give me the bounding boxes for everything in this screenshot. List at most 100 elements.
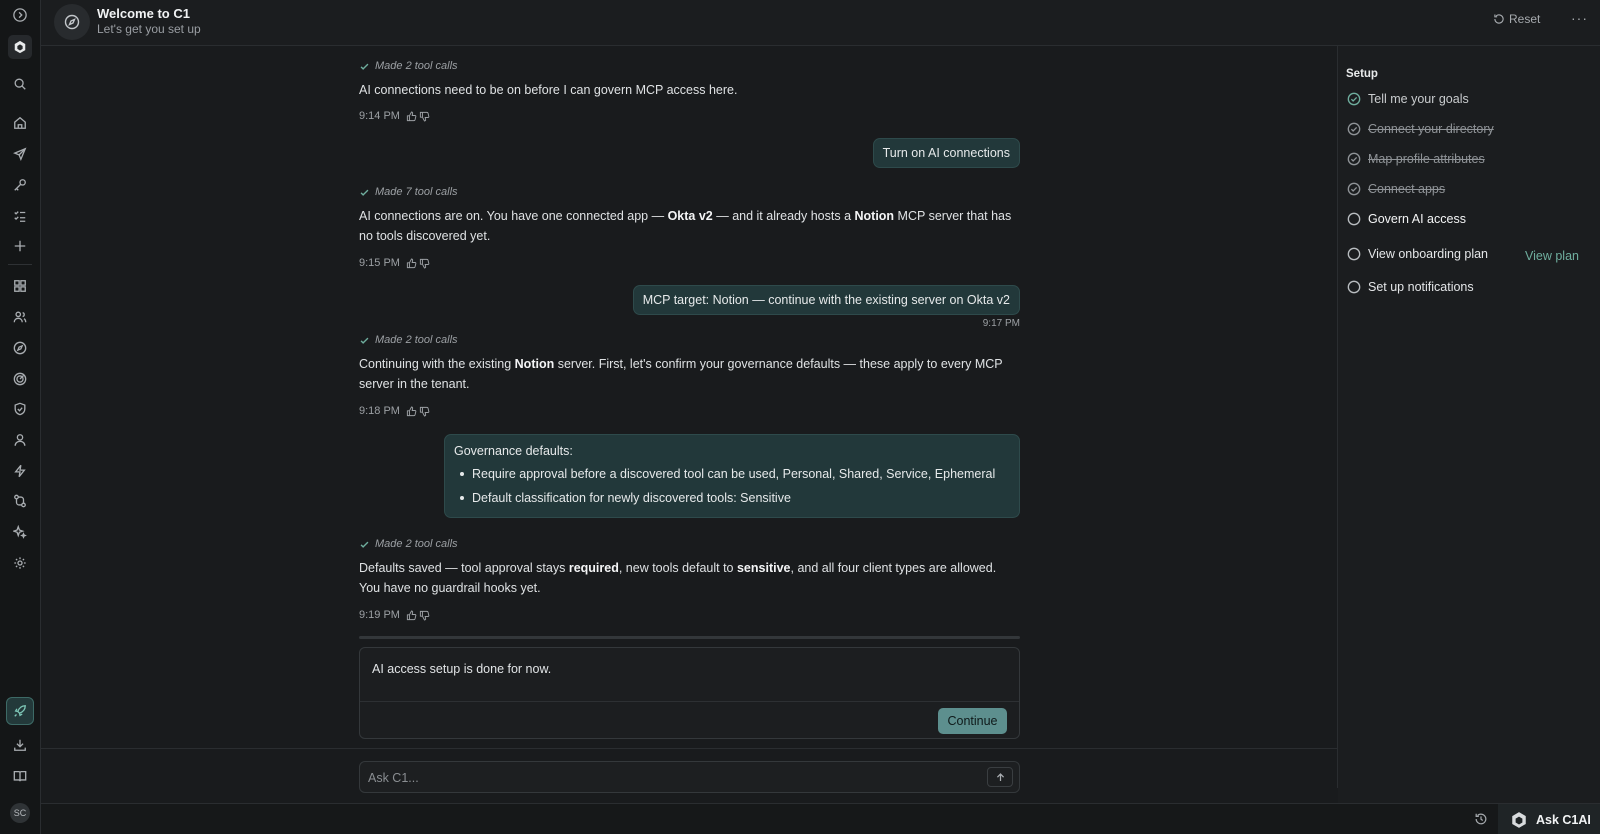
search-icon[interactable] [9,73,31,95]
tool-calls-label: Made 2 tool calls [375,538,458,550]
tool-calls-summary[interactable]: Made 2 tool calls [359,334,458,346]
c1-logo-icon[interactable] [8,35,32,59]
shield-check-icon[interactable] [9,398,31,420]
tool-calls-summary[interactable]: Made 2 tool calls [359,538,458,550]
send-icon[interactable] [9,143,31,165]
ask-input[interactable] [368,768,968,788]
check-circle-icon [1347,92,1361,106]
home-icon[interactable] [9,112,31,134]
rocket-launch-icon[interactable] [6,697,34,725]
thumbs-down-icon[interactable] [419,111,430,122]
ask-c1ai-label: Ask C1AI [1536,812,1591,827]
user-message-time: 9:17 PM [982,318,1020,329]
check-circle-icon [1347,122,1361,136]
setup-step-label: Set up notifications [1368,280,1474,294]
thumbs-up-icon[interactable] [406,111,417,122]
assistant-message: AI connections are on. You have one conn… [359,209,1012,243]
check-circle-icon [1347,152,1361,166]
key-icon[interactable] [9,174,31,196]
check-icon [360,63,369,70]
thumbs-down-icon[interactable] [419,406,430,417]
ask-c1ai-button[interactable]: Ask C1AI [1498,804,1600,834]
setup-step-onboarding-plan[interactable]: View onboarding plan [1347,247,1488,261]
radar-icon[interactable] [9,368,31,390]
check-icon [360,337,369,344]
compass-icon[interactable] [9,337,31,359]
thumbs-up-icon[interactable] [406,406,417,417]
c1-logo-icon [1512,811,1526,828]
send-button[interactable] [987,767,1013,787]
empty-circle-icon [1347,247,1361,261]
task-list-icon[interactable] [9,205,31,227]
rail-divider [8,264,32,265]
message-meta: 9:18 PM [359,405,430,417]
setup-step-attributes[interactable]: Map profile attributes [1347,152,1485,166]
setup-step-directory[interactable]: Connect your directory [1347,122,1494,136]
tool-calls-label: Made 2 tool calls [375,60,458,72]
input-divider [41,748,1338,749]
tool-calls-label: Made 7 tool calls [375,186,458,198]
setup-step-label: View onboarding plan [1368,247,1489,261]
app-window: SC Welcome to C1 Let's get you set up Re… [0,0,1600,834]
reset-label: Reset [1509,12,1541,26]
completion-panel: AI access setup is done for now. Continu… [359,647,1020,739]
sparkles-icon[interactable] [9,521,31,543]
empty-circle-icon [1347,212,1361,226]
user-message-bubble: Turn on AI connections [872,138,1020,168]
history-icon[interactable] [1474,812,1488,826]
tool-calls-summary[interactable]: Made 7 tool calls [359,186,458,198]
workflow-icon[interactable] [9,490,31,512]
page-subtitle: Let's get you set up [97,22,201,36]
continue-button[interactable]: Continue [938,708,1007,734]
plus-icon[interactable] [9,235,31,257]
tool-calls-label: Made 2 tool calls [375,334,458,346]
governance-defaults-card: Governance defaults: Require approval be… [444,434,1020,518]
message-time: 9:15 PM [359,257,400,269]
view-plan-link[interactable]: View plan [1525,249,1579,263]
user-message-bubble: MCP target: Notion — continue with the e… [632,285,1020,315]
thumbs-up-icon[interactable] [406,258,417,269]
users-icon[interactable] [9,306,31,328]
setup-sidebar: Setup Tell me your goals Connect your di… [1338,46,1600,804]
reset-button[interactable]: Reset [1493,12,1540,26]
user-icon[interactable] [9,429,31,451]
thumbs-down-icon[interactable] [419,258,430,269]
message-meta: 9:19 PM [359,609,430,621]
setup-step-apps[interactable]: Connect apps [1347,182,1445,196]
tool-calls-summary[interactable]: Made 2 tool calls [359,60,458,72]
assistant-message: Continuing with the existing Notion serv… [359,357,1003,391]
thumbs-down-icon[interactable] [419,610,430,621]
setup-step-label: Connect apps [1368,182,1446,196]
book-icon[interactable] [9,765,31,787]
settings-gear-icon[interactable] [9,552,31,574]
user-avatar[interactable]: SC [10,803,30,823]
chat-input-box [359,761,1020,793]
panel-scroll-indicator [359,636,1020,639]
apps-grid-icon[interactable] [9,275,31,297]
compass-icon [54,4,90,40]
governance-list: Require approval before a discovered too… [454,466,1010,506]
arrow-up-icon [996,772,1004,781]
check-icon [360,541,369,548]
lightning-icon[interactable] [9,460,31,482]
thumbs-up-icon[interactable] [406,610,417,621]
governance-item: Default classification for newly discove… [454,490,1010,506]
download-icon[interactable] [9,734,31,756]
setup-step-label: Govern AI access [1368,212,1466,226]
setup-step-notifications[interactable]: Set up notifications [1347,280,1474,294]
setup-step-govern-ai[interactable]: Govern AI access [1347,212,1466,226]
message-meta: 9:14 PM [359,110,430,122]
empty-circle-icon [1347,280,1361,294]
message-time: 9:18 PM [359,405,400,417]
governance-item: Require approval before a discovered too… [454,466,1010,482]
expand-sidebar-icon[interactable] [9,4,31,26]
message-time: 9:19 PM [359,609,400,621]
setup-step-label: Map profile attributes [1368,152,1485,166]
setup-step-goals[interactable]: Tell me your goals [1347,92,1469,106]
message-time: 9:14 PM [359,110,400,122]
check-icon [360,189,369,196]
assistant-message: Defaults saved — tool approval stays req… [359,561,997,595]
assistant-message: AI connections need to be on before I ca… [359,83,738,97]
more-options-icon[interactable]: ··· [1571,10,1588,26]
setup-step-label: Tell me your goals [1368,92,1469,106]
